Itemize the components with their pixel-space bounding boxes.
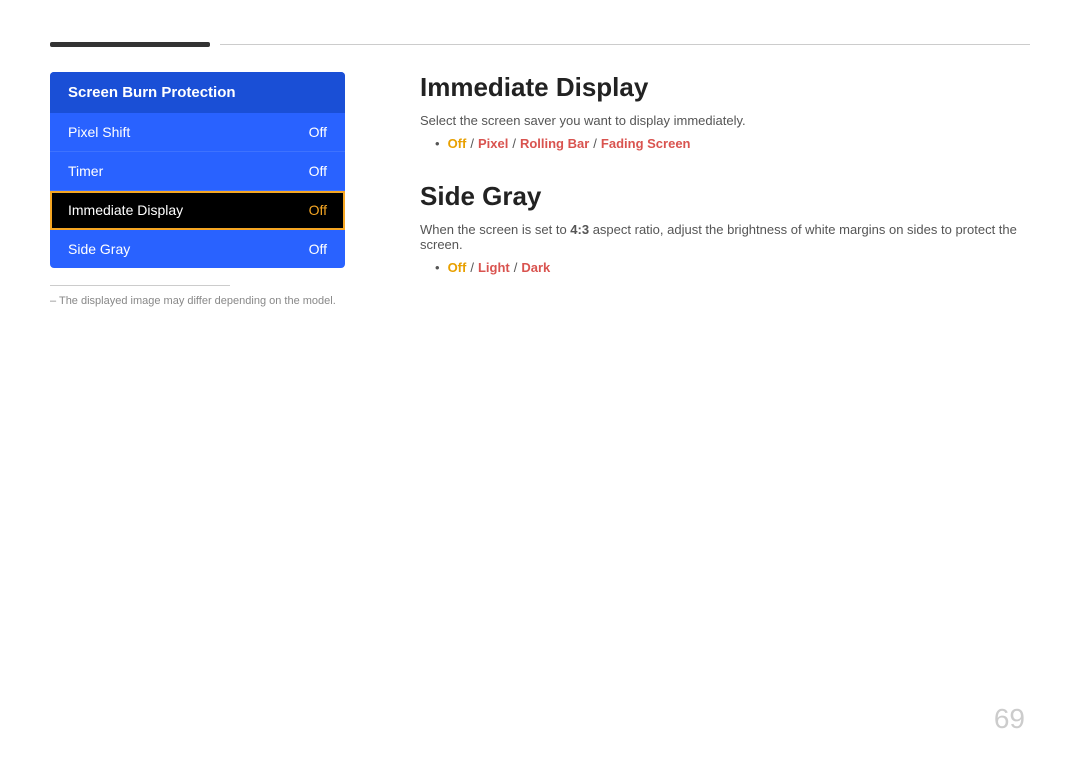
- right-panel: Immediate Display Select the screen save…: [420, 72, 1030, 305]
- immediate-display-label: Immediate Display: [68, 202, 183, 218]
- opt-off-1: Off: [448, 136, 467, 151]
- menu-item-immediate-display[interactable]: Immediate Display Off: [50, 191, 345, 230]
- opt-fading-screen: Fading Screen: [601, 136, 691, 151]
- side-gray-options: Off / Light / Dark: [435, 260, 1030, 275]
- page-number: 69: [994, 703, 1025, 735]
- pixel-shift-label: Pixel Shift: [68, 124, 130, 140]
- immediate-display-section: Immediate Display Select the screen save…: [420, 72, 1030, 151]
- menu-header: Screen Burn Protection: [50, 72, 345, 113]
- sep2: /: [512, 136, 516, 151]
- timer-label: Timer: [68, 163, 103, 179]
- top-bar: [50, 42, 1030, 47]
- side-gray-label: Side Gray: [68, 241, 130, 257]
- sep1: /: [470, 136, 474, 151]
- opt-light: Light: [478, 260, 510, 275]
- opt-dark: Dark: [521, 260, 550, 275]
- opt-pixel: Pixel: [478, 136, 508, 151]
- immediate-display-option: Off / Pixel / Rolling Bar / Fading Scree…: [435, 136, 1030, 151]
- left-panel: Screen Burn Protection Pixel Shift Off T…: [50, 72, 345, 268]
- side-gray-section: Side Gray When the screen is set to 4:3 …: [420, 181, 1030, 275]
- menu-item-side-gray[interactable]: Side Gray Off: [50, 230, 345, 268]
- sep5: /: [514, 260, 518, 275]
- opt-off-2: Off: [448, 260, 467, 275]
- timer-value: Off: [309, 163, 327, 179]
- side-gray-value: Off: [309, 241, 327, 257]
- left-panel-divider: [50, 285, 230, 286]
- immediate-display-description: Select the screen saver you want to disp…: [420, 113, 1030, 128]
- pixel-shift-value: Off: [309, 124, 327, 140]
- side-gray-option: Off / Light / Dark: [435, 260, 1030, 275]
- immediate-display-value: Off: [309, 202, 327, 218]
- sep4: /: [470, 260, 474, 275]
- sep3: /: [593, 136, 597, 151]
- opt-rolling-bar: Rolling Bar: [520, 136, 589, 151]
- menu-card: Screen Burn Protection Pixel Shift Off T…: [50, 72, 345, 268]
- top-bar-light-segment: [220, 44, 1030, 45]
- side-gray-description: When the screen is set to 4:3 aspect rat…: [420, 222, 1030, 252]
- top-bar-dark-segment: [50, 42, 210, 47]
- side-gray-title: Side Gray: [420, 181, 1030, 212]
- footnote: – The displayed image may differ dependi…: [50, 295, 336, 307]
- immediate-display-options: Off / Pixel / Rolling Bar / Fading Scree…: [435, 136, 1030, 151]
- menu-item-pixel-shift[interactable]: Pixel Shift Off: [50, 113, 345, 152]
- immediate-display-title: Immediate Display: [420, 72, 1030, 103]
- menu-item-timer[interactable]: Timer Off: [50, 152, 345, 191]
